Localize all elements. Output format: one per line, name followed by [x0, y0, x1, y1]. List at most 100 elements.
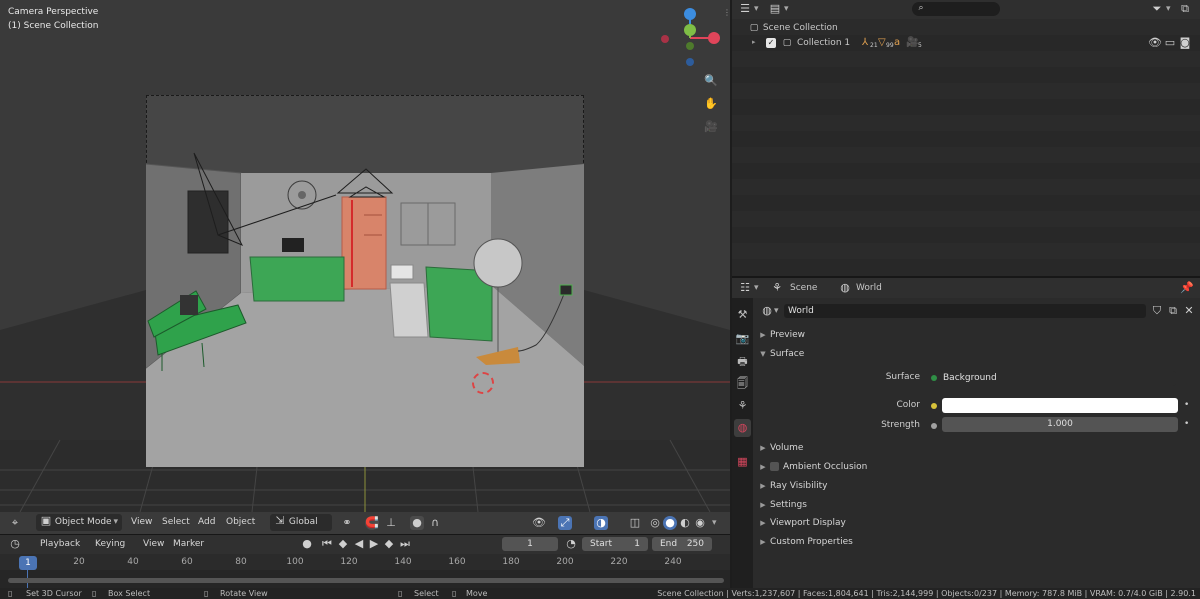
panel-preview[interactable]: ▶ Preview — [756, 326, 1198, 344]
breadcrumb-world[interactable]: World — [856, 283, 882, 293]
monitor-icon[interactable]: ▭ — [1163, 36, 1177, 50]
properties-editor-icon[interactable]: ☷ — [738, 281, 752, 295]
eye-icon[interactable]: 👁 — [1148, 36, 1162, 50]
collection-row[interactable]: ▸ ✓ ▢ Collection 1 ⅄ 21 ▽ 99 a 🎥 5 👁 ▭ ◙ — [750, 36, 1198, 51]
scene-tab-icon[interactable]: ⚘ — [734, 397, 751, 415]
navigation-gizmo[interactable] — [656, 4, 726, 72]
prev-keyframe-icon[interactable]: ◆ — [336, 537, 350, 551]
panel-ray-visibility[interactable]: ▶ Ray Visibility — [756, 477, 1198, 495]
rendered-shading-icon[interactable]: ◉ — [693, 516, 707, 530]
panel-label: Ambient Occlusion — [783, 462, 868, 472]
keyframe-dot-icon[interactable]: • — [1184, 400, 1189, 410]
color-swatch[interactable] — [942, 398, 1178, 413]
menu-select[interactable]: Select — [162, 517, 190, 527]
checkbox-icon[interactable] — [770, 462, 779, 471]
snap-icon[interactable]: 🧲 — [365, 516, 379, 530]
visibility-icon[interactable]: 👁 — [532, 516, 546, 530]
outliner-editor-icon[interactable]: ☰ — [738, 2, 752, 16]
keyframe-dot-icon[interactable]: • — [1184, 419, 1189, 429]
checkbox-icon[interactable]: ✓ — [766, 38, 776, 48]
display-mode-icon[interactable]: ▤ — [768, 2, 782, 16]
outliner-search-input[interactable]: ⌕ — [912, 2, 1000, 16]
menu-add[interactable]: Add — [198, 517, 215, 527]
output-tab-icon[interactable]: 🖶 — [734, 353, 751, 371]
door — [341, 196, 387, 290]
editor-type-icon[interactable]: ⌖ — [8, 516, 22, 530]
start-frame-field[interactable]: Start 1 — [582, 537, 648, 551]
world-icon: ◍ — [762, 304, 772, 317]
falloff-icon[interactable]: ∩ — [428, 516, 442, 530]
menu-object[interactable]: Object — [226, 517, 255, 527]
outliner[interactable]: ☰ ▾ ▤ ▾ ⌕ ⏷ ▾ ⧉ ▢ Scene Collection ▸ ✓ ▢… — [732, 0, 1200, 276]
menu-keying[interactable]: Keying — [95, 539, 125, 549]
expand-arrow-icon[interactable]: ▸ — [752, 38, 756, 46]
panel-surface[interactable]: ▼ Surface — [756, 345, 1198, 363]
camera-view-icon[interactable]: 🎥 — [704, 120, 718, 134]
hand-pan-icon[interactable]: ✋ — [704, 97, 718, 111]
world-selector[interactable]: ◍ ▾ World ⛉ ⧉ ✕ — [756, 302, 1198, 320]
filter-icon[interactable]: ⏷ — [1150, 2, 1164, 16]
mode-dropdown[interactable]: ▣ Object Mode ▾ — [36, 514, 122, 531]
menu-marker[interactable]: Marker — [173, 539, 204, 549]
3d-cursor-icon[interactable] — [472, 372, 494, 394]
preview-range-icon[interactable]: ◔ — [564, 537, 578, 551]
next-keyframe-icon[interactable]: ◆ — [382, 537, 396, 551]
snap-target-icon[interactable]: ⊥ — [384, 516, 398, 530]
3d-viewport[interactable]: Camera Perspective (1) Scene Collection … — [0, 0, 730, 534]
breadcrumb-scene[interactable]: Scene — [790, 283, 817, 293]
world-name-field[interactable]: World — [784, 304, 1146, 318]
playhead[interactable]: 1 — [19, 556, 37, 570]
solid-shading-icon[interactable]: ● — [663, 516, 677, 530]
fake-user-icon[interactable]: ⛉ — [1150, 304, 1164, 318]
record-icon[interactable]: ● — [300, 537, 314, 551]
gizmo-toggle-icon[interactable]: ⤢ — [558, 516, 572, 530]
room-scene — [146, 152, 584, 467]
zoom-icon[interactable]: 🔍 — [704, 74, 718, 88]
proportional-edit-icon[interactable]: ● — [410, 516, 424, 530]
texture-tab-icon[interactable]: ▦ — [734, 453, 751, 471]
wireframe-shading-icon[interactable]: ◎ — [648, 516, 662, 530]
current-frame-field[interactable]: 1 — [502, 537, 558, 551]
panel-settings[interactable]: ▶ Settings — [756, 496, 1198, 514]
close-icon[interactable]: ✕ — [1182, 304, 1196, 318]
menu-timeline-view[interactable]: View — [143, 539, 164, 549]
jump-end-icon[interactable]: ⏭ — [398, 537, 412, 551]
timeline-scrollbar[interactable] — [8, 578, 724, 583]
material-shading-icon[interactable]: ◐ — [678, 516, 692, 530]
panel-ambient-occlusion[interactable]: ▶ Ambient Occlusion — [756, 458, 1198, 476]
duplicate-icon[interactable]: ⧉ — [1166, 304, 1180, 318]
end-frame-field[interactable]: End 250 — [652, 537, 712, 551]
properties-editor[interactable]: ☷ ▾ ⚘ Scene ◍ World 📌 ⚒ 📷 🖶 🗐 ⚘ ◍ ▦ ◍ ▾ … — [732, 276, 1200, 590]
scene-icon: ⚘ — [772, 281, 782, 294]
timeline[interactable]: ◷ Playback Keying View Marker ● ⏮ ◆ ◀ ▶ … — [0, 534, 730, 589]
surface-shader-field[interactable]: Background — [940, 371, 1176, 386]
play-reverse-icon[interactable]: ◀ — [352, 537, 366, 551]
render-tab-icon[interactable]: 📷 — [734, 330, 751, 348]
play-icon[interactable]: ▶ — [367, 537, 381, 551]
frame-ruler[interactable]: 1 20 40 60 80 100 120 140 160 180 200 22… — [0, 554, 730, 570]
xray-icon[interactable]: ◫ — [628, 516, 642, 530]
socket-dot-icon — [931, 375, 937, 381]
expand-arrow-icon: ▶ — [760, 463, 766, 471]
menu-view[interactable]: View — [131, 517, 152, 527]
jump-start-icon[interactable]: ⏮ — [320, 537, 334, 551]
panel-volume[interactable]: ▶ Volume — [756, 439, 1198, 457]
scene-collection-row[interactable]: ▢ Scene Collection — [748, 21, 838, 35]
orientation-dropdown[interactable]: ⇲ Global — [270, 514, 332, 531]
render-camera-icon[interactable]: ◙ — [1178, 36, 1192, 50]
menu-playback[interactable]: Playback — [40, 539, 80, 549]
viewport-options-icon[interactable]: ⋮ — [723, 8, 730, 17]
pivot-icon[interactable]: ⚭ — [340, 516, 354, 530]
new-collection-icon[interactable]: ⧉ — [1178, 2, 1192, 16]
panel-custom-properties[interactable]: ▶ Custom Properties — [756, 533, 1198, 551]
world-tab-icon[interactable]: ◍ — [734, 419, 751, 437]
shading-options-icon[interactable]: ▾ — [712, 518, 717, 528]
panel-viewport-display[interactable]: ▶ Viewport Display — [756, 514, 1198, 532]
strength-field[interactable]: 1.000 — [942, 417, 1178, 432]
timeline-editor-icon[interactable]: ◷ — [8, 537, 22, 551]
view-layer-tab-icon[interactable]: 🗐 — [734, 375, 751, 393]
chevron-down-icon: ▾ — [113, 517, 118, 527]
pin-icon[interactable]: 📌 — [1180, 281, 1194, 295]
tool-tab-icon[interactable]: ⚒ — [734, 306, 751, 324]
overlays-icon[interactable]: ◑ — [594, 516, 608, 530]
